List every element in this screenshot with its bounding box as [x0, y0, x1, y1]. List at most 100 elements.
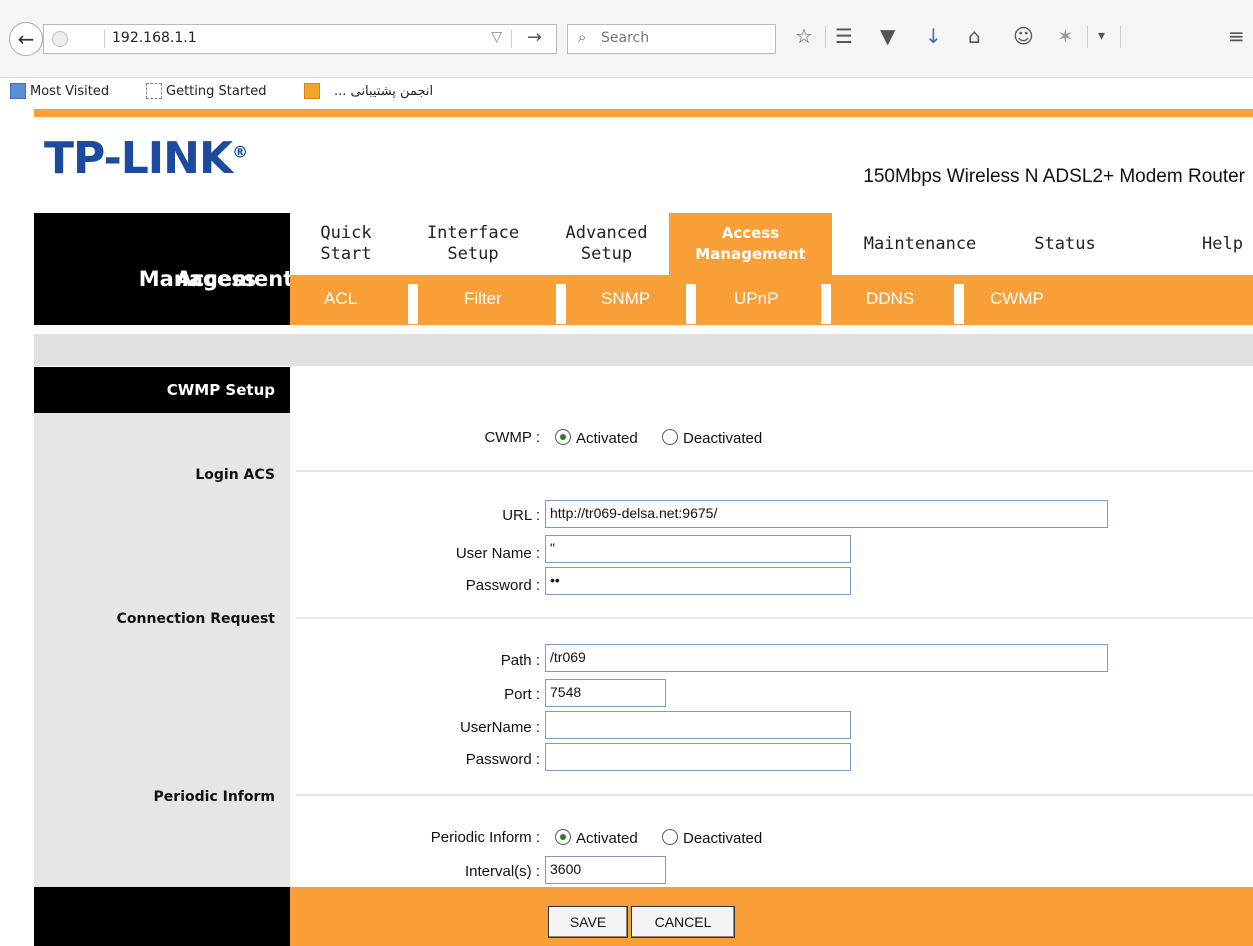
url-label: URL :	[502, 507, 540, 524]
model-name: 150Mbps Wireless N ADSL2+ Modem Router	[863, 166, 1245, 187]
tab-label: Setup	[580, 244, 633, 264]
bookmark-label: Getting Started	[166, 83, 267, 99]
path-label: Path :	[500, 652, 540, 669]
tab-label: Status	[1034, 233, 1096, 254]
subtab-filter[interactable]: Filter	[464, 289, 502, 309]
section-heading: CWMP Setup	[34, 367, 290, 413]
tab-label: Setup	[447, 244, 499, 264]
bookmark-star-icon[interactable]: ☆	[795, 24, 813, 48]
toolbar-separator	[1087, 26, 1088, 48]
most-visited-icon	[10, 83, 26, 99]
search-icon: ⌕	[578, 28, 587, 46]
addon-icon[interactable]: ✶	[1057, 24, 1074, 48]
cr-username-field[interactable]	[545, 711, 851, 739]
periodic-deactivated-label: Deactivated	[683, 830, 763, 847]
cwmp-deactivated-radio[interactable]	[662, 429, 678, 445]
interval-label: Interval(s) :	[464, 863, 540, 880]
reading-list-icon[interactable]: ☰	[835, 24, 853, 48]
acs-username-field[interactable]: "	[545, 535, 851, 563]
tab-advanced-setup[interactable]: Advanced Setup	[544, 213, 669, 275]
go-arrow-icon[interactable]: →	[527, 27, 542, 48]
menu-icon[interactable]: ≡	[1228, 24, 1245, 48]
tab-label: Management	[695, 245, 806, 263]
subtab-snmp[interactable]: SNMP	[601, 289, 650, 309]
subtab-divider	[954, 284, 964, 324]
footer-left-panel	[34, 887, 290, 946]
url-separator	[511, 30, 512, 48]
subtab-upnp[interactable]: UPnP	[734, 289, 778, 309]
toolbar-separator	[1120, 26, 1121, 48]
tab-quick-start[interactable]: Quick Start	[290, 213, 402, 275]
download-icon[interactable]: ↓	[925, 24, 942, 48]
addon-dropdown-icon[interactable]: ▾	[1098, 28, 1105, 44]
page-icon	[146, 83, 162, 99]
periodic-activated-label: Activated	[576, 830, 638, 847]
section-divider	[296, 617, 1253, 619]
subtab-divider	[821, 284, 831, 324]
back-button[interactable]: ←	[9, 22, 43, 56]
periodic-inform-heading: Periodic Inform	[153, 789, 275, 805]
section-title-line: Management	[138, 267, 294, 291]
acs-password-field[interactable]: ••	[545, 567, 851, 595]
address-bar[interactable]: 192.168.1.1 ▽ →	[43, 24, 557, 54]
toolbar-separator	[825, 26, 826, 48]
cr-password-field[interactable]	[545, 743, 851, 771]
browser-toolbar: ← 192.168.1.1 ▽ → ⌕ Search ☆ ☰ ▼ ↓ ⌂ ☺ ✶…	[0, 0, 1253, 99]
bookmark-most-visited[interactable]: Most Visited	[10, 83, 109, 99]
tab-maintenance[interactable]: Maintenance	[845, 213, 995, 275]
home-icon[interactable]: ⌂	[968, 24, 981, 48]
periodic-inform-label: Periodic Inform :	[430, 829, 540, 846]
cwmp-activated-label: Activated	[576, 430, 638, 447]
tab-label: Access	[721, 224, 780, 242]
tab-access-management[interactable]: Access Management	[669, 213, 832, 275]
login-acs-heading: Login ACS	[195, 467, 275, 483]
header-accent-bar	[34, 109, 1253, 117]
history-dropdown-icon[interactable]: ▽	[491, 29, 502, 45]
tab-label: Maintenance	[863, 233, 977, 254]
save-button[interactable]: SAVE	[548, 906, 628, 938]
tab-label: Interface	[426, 223, 520, 243]
port-label: Port :	[504, 686, 540, 703]
brand-name: TP-LINK	[44, 133, 233, 184]
brand-mark: ®	[232, 142, 248, 162]
path-field[interactable]: /tr069	[545, 644, 1108, 672]
bookmark-forum[interactable]: ... انجمن پشتیبانی	[304, 83, 433, 99]
bookmark-label: ... انجمن پشتیبانی	[334, 83, 434, 99]
bookmarks-bar: Most Visited Getting Started ... انجمن پ…	[0, 80, 1253, 104]
main-tabs: Quick Start Interface Setup Advanced Setup …	[290, 213, 1253, 275]
acs-url-field[interactable]: http://tr069-delsa.net:9675/	[545, 500, 1108, 528]
sub-tabs: ACL Filter SNMP UPnP DDNS CWMP	[290, 275, 1253, 325]
bookmark-label: Most Visited	[30, 83, 110, 99]
cwmp-deactivated-label: Deactivated	[683, 430, 763, 447]
tab-label: Start	[320, 244, 372, 264]
pocket-icon[interactable]: ▼	[880, 24, 895, 48]
search-bar[interactable]: ⌕ Search	[567, 24, 776, 54]
acs-username-label: User Name :	[455, 545, 540, 562]
subtab-ddns[interactable]: DDNS	[866, 289, 914, 309]
bookmark-getting-started[interactable]: Getting Started	[146, 83, 267, 99]
subtab-acl[interactable]: ACL	[324, 289, 357, 309]
url-separator	[104, 30, 105, 48]
cr-password-label: Password :	[465, 751, 540, 768]
tab-status[interactable]: Status	[1010, 213, 1120, 275]
subtab-cwmp[interactable]: CWMP	[990, 289, 1044, 309]
cwmp-activated-radio[interactable]	[555, 429, 571, 445]
url-text[interactable]: 192.168.1.1	[112, 30, 197, 46]
sidebar-panel	[34, 367, 290, 887]
periodic-activated-radio[interactable]	[555, 829, 571, 845]
tab-help[interactable]: Help	[1165, 213, 1253, 275]
section-title: Access Management	[34, 213, 293, 325]
cancel-button[interactable]: CANCEL	[631, 906, 735, 938]
subtab-divider	[556, 284, 566, 324]
periodic-deactivated-radio[interactable]	[662, 829, 678, 845]
chat-icon[interactable]: ☺	[1013, 24, 1034, 48]
search-input[interactable]: Search	[601, 30, 649, 46]
footer-bar	[290, 887, 1253, 946]
subtab-divider	[686, 284, 696, 324]
back-arrow-icon: ←	[17, 27, 35, 51]
site-identity-icon[interactable]	[52, 31, 68, 47]
port-field[interactable]: 7548	[545, 679, 666, 707]
tab-label: Help	[1202, 233, 1243, 254]
interval-field[interactable]: 3600	[545, 856, 666, 884]
tab-interface-setup[interactable]: Interface Setup	[402, 213, 544, 275]
